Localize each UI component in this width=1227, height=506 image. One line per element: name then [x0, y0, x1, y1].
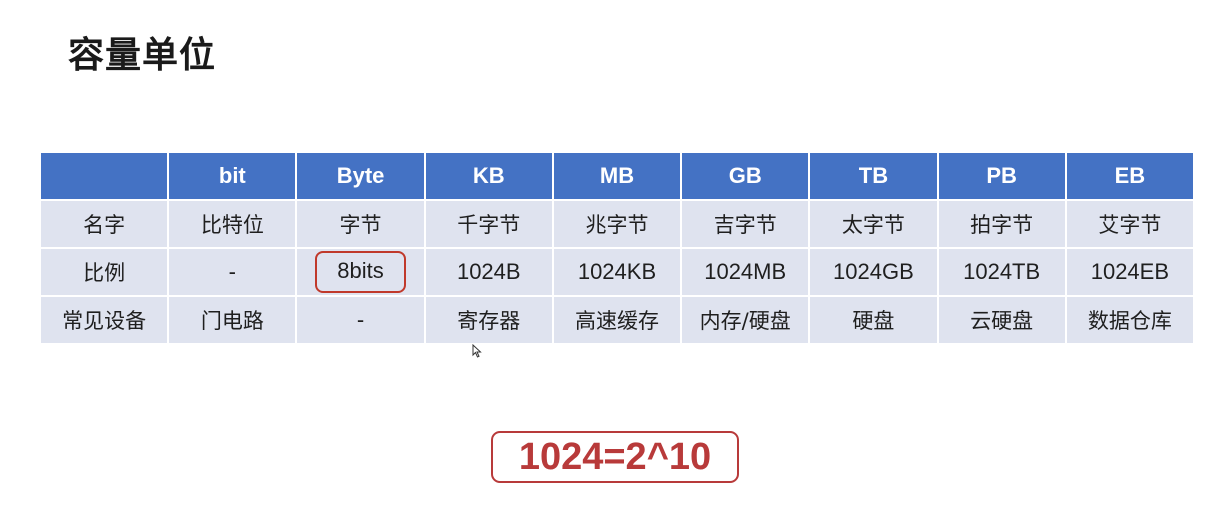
header-cell-eb: EB: [1066, 153, 1193, 199]
page-title: 容量单位: [68, 35, 217, 76]
slide: 容量单位 bit Byte KB MB GB TB PB EB 名字 比特位 字…: [0, 0, 1227, 506]
table-cell: 字节: [297, 201, 424, 247]
table-cell: 云硬盘: [938, 297, 1065, 343]
header-cell-gb: GB: [682, 153, 809, 199]
capacity-units-table: bit Byte KB MB GB TB PB EB 名字 比特位 字节 千字节…: [39, 151, 1195, 345]
header-cell-tb: TB: [810, 153, 937, 199]
formula-box: 1024=2^10: [491, 431, 739, 483]
table-cell: 千字节: [425, 201, 552, 247]
header-row: bit Byte KB MB GB TB PB EB: [41, 153, 1193, 199]
header-cell-kb: KB: [425, 153, 552, 199]
table-cell: 太字节: [810, 201, 937, 247]
table-cell: 比特位: [169, 201, 296, 247]
table-cell: 高速缓存: [553, 297, 681, 343]
table-cell: 硬盘: [810, 297, 937, 343]
table-cell: 1024TB: [938, 249, 1065, 295]
table-cell: 1024B: [425, 249, 552, 295]
table-cell: 兆字节: [553, 201, 681, 247]
row-label: 名字: [41, 201, 168, 247]
row-label: 常见设备: [41, 297, 168, 343]
row-label: 比例: [41, 249, 168, 295]
table-row-ratio: 比例 - 8bits 1024B 1024KB 1024MB 1024GB 10…: [41, 249, 1193, 295]
table-cell: 1024GB: [810, 249, 937, 295]
header-cell-mb: MB: [553, 153, 681, 199]
table-row-name: 名字 比特位 字节 千字节 兆字节 吉字节 太字节 拍字节 艾字节: [41, 201, 1193, 247]
table-cell: 吉字节: [682, 201, 809, 247]
table-cell: 1024EB: [1066, 249, 1193, 295]
table-cell: 内存/硬盘: [682, 297, 809, 343]
table-cell: -: [297, 297, 424, 343]
header-cell-empty: [41, 153, 168, 199]
table-cell: 门电路: [169, 297, 296, 343]
header-cell-byte: Byte: [297, 153, 424, 199]
table-row-devices: 常见设备 门电路 - 寄存器 高速缓存 内存/硬盘 硬盘 云硬盘 数据仓库: [41, 297, 1193, 343]
table-cell-highlighted: 8bits: [297, 249, 424, 295]
table-cell: 艾字节: [1066, 201, 1193, 247]
table-cell: 1024MB: [682, 249, 809, 295]
table-cell: -: [169, 249, 296, 295]
highlight-box-8bits: 8bits: [315, 251, 406, 293]
table-cell: 1024KB: [553, 249, 681, 295]
header-cell-pb: PB: [938, 153, 1065, 199]
table-cell: 寄存器: [425, 297, 552, 343]
header-cell-bit: bit: [169, 153, 296, 199]
mouse-pointer-icon: [472, 344, 482, 358]
table-cell: 拍字节: [938, 201, 1065, 247]
table-cell: 数据仓库: [1066, 297, 1193, 343]
